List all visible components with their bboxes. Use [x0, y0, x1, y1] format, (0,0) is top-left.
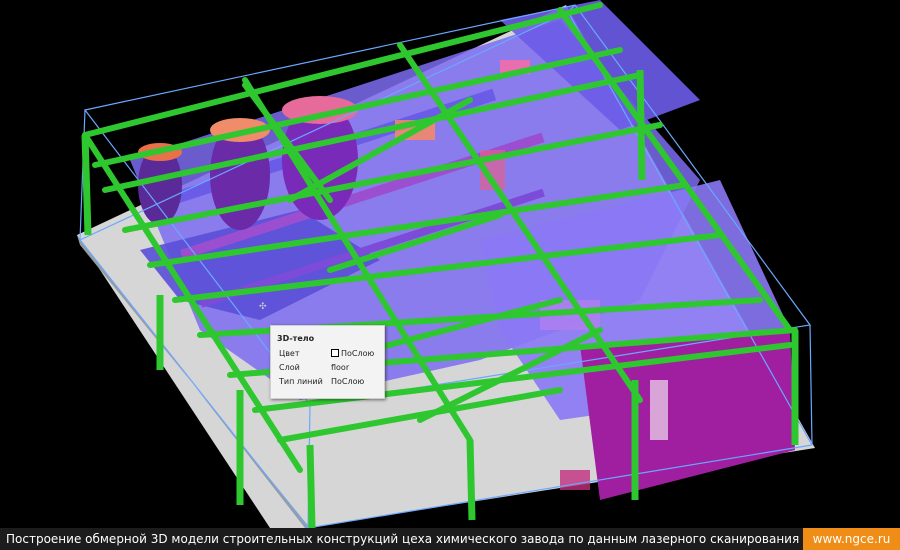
- properties-title: 3D-тело: [277, 334, 315, 343]
- property-key: Тип линий: [279, 377, 323, 386]
- caption-bar: Построение обмерной 3D модели строительн…: [0, 528, 803, 550]
- property-value: ПоСлою: [331, 377, 365, 386]
- property-value-text: ПоСлою: [341, 349, 375, 358]
- property-row-linetype: Тип линий ПоСлою: [279, 377, 379, 388]
- property-value: floor: [331, 363, 350, 372]
- move-cross-icon[interactable]: ✣: [259, 302, 267, 312]
- properties-tooltip: 3D-тело Цвет ПоСлою Слой floor Тип линий…: [270, 325, 385, 399]
- property-key: Слой: [279, 363, 300, 372]
- property-value: ПоСлою: [331, 349, 374, 358]
- property-row-color: Цвет ПоСлою: [279, 349, 379, 360]
- cad-viewport[interactable]: ✣ 3D-тело Цвет ПоСлою Слой floor Тип лин…: [0, 0, 900, 528]
- property-key: Цвет: [279, 349, 300, 358]
- color-swatch-icon: [331, 349, 339, 357]
- property-row-layer: Слой floor: [279, 363, 379, 374]
- point-cloud-scene[interactable]: [0, 0, 900, 528]
- site-link[interactable]: www.ngce.ru: [803, 528, 900, 550]
